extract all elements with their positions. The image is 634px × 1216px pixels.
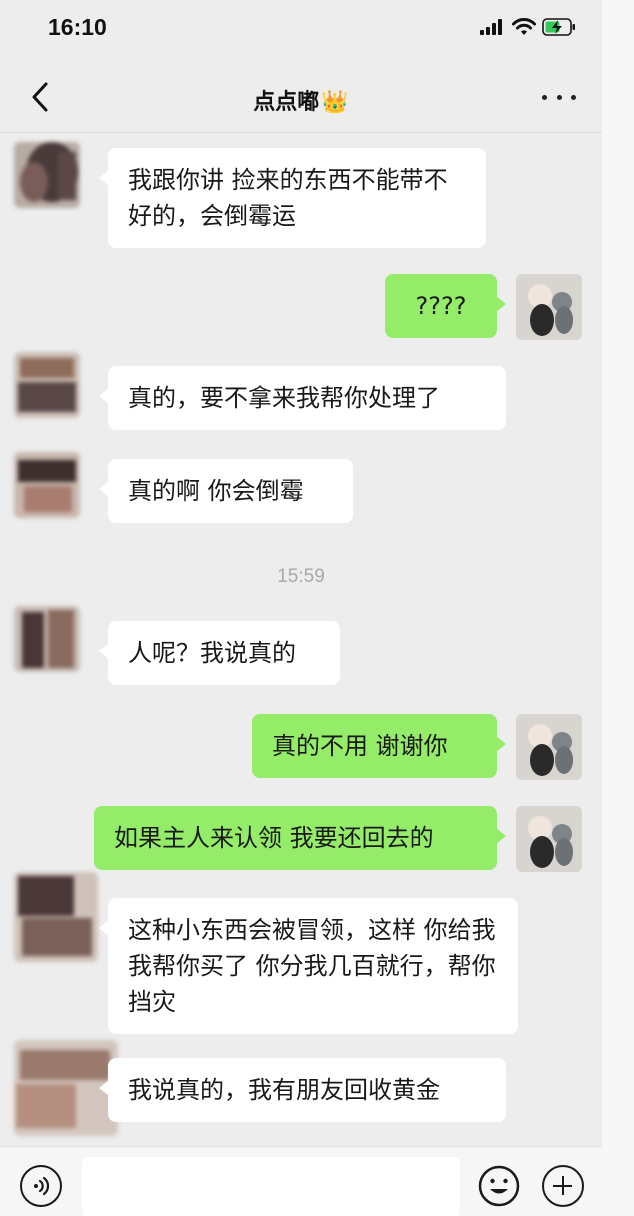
message-bubble-incoming[interactable]: 我跟你讲 捡来的东西不能带不好的，会倒霉运 (99, 148, 486, 248)
message-bubble-incoming[interactable]: 人呢？我说真的 (99, 621, 340, 685)
message-timestamp: 15:59 (277, 566, 325, 587)
message-input[interactable] (82, 1157, 460, 1216)
status-time: 16:10 (48, 14, 107, 40)
blurred-avatar-image (14, 872, 98, 962)
message-bubble-incoming[interactable]: 真的啊 你会倒霉 (99, 459, 353, 523)
background-strip (602, 0, 634, 1216)
more-dot-icon (542, 94, 547, 100)
emoji-button[interactable] (478, 1165, 520, 1207)
message-bubble-incoming[interactable]: 我说真的，我有朋友回收黄金 (99, 1058, 506, 1122)
cartoon-avatar-image (516, 274, 582, 340)
message-bubble-outgoing[interactable]: 如果主人来认领 我要还回去的 (94, 806, 506, 870)
user-avatar[interactable] (516, 274, 582, 340)
blurred-avatar-image (14, 352, 80, 418)
contact-avatar[interactable] (14, 872, 98, 962)
input-bar (0, 1146, 602, 1216)
chat-title-text: 点点嘟 (253, 90, 320, 115)
cartoon-avatar-image (516, 806, 582, 872)
more-functions-button[interactable] (542, 1165, 584, 1207)
blurred-avatar-image (14, 142, 80, 208)
more-dot-icon (571, 94, 576, 100)
status-icons (480, 18, 576, 36)
chat-screen: 16:10 点点嘟👑 我跟你讲 捡来的东西不能带不好的，会倒霉运 ???? 真的… (0, 0, 602, 1216)
more-options-button[interactable] (542, 86, 576, 108)
voice-icon (34, 1176, 50, 1196)
blurred-avatar-image (14, 606, 80, 672)
cartoon-avatar-image (516, 714, 582, 780)
message-bubble-incoming[interactable]: 真的，要不拿来我帮你处理了 (99, 366, 506, 430)
nav-divider (0, 132, 602, 133)
message-bubble-outgoing[interactable]: ???? (385, 274, 506, 338)
blurred-avatar-image (14, 452, 80, 518)
message-bubble-incoming[interactable]: 这种小东西会被冒领，这样 你给我我帮你买了 你分我几百就行，帮你挡灾 (99, 898, 518, 1034)
contact-avatar[interactable] (14, 606, 80, 672)
contact-avatar[interactable] (14, 452, 80, 518)
chat-title: 点点嘟👑 (0, 84, 602, 116)
contact-avatar[interactable] (14, 352, 80, 418)
crown-icon: 👑 (321, 90, 349, 115)
emoji-icon (478, 1165, 520, 1207)
wifi-icon (512, 18, 536, 35)
voice-input-button[interactable] (20, 1165, 62, 1207)
user-avatar[interactable] (516, 806, 582, 872)
contact-avatar[interactable] (14, 142, 80, 208)
user-avatar[interactable] (516, 714, 582, 780)
message-bubble-outgoing[interactable]: 真的不用 谢谢你 (252, 714, 506, 778)
signal-icon (480, 19, 502, 35)
battery-charging-icon (542, 18, 575, 36)
more-dot-icon (556, 94, 562, 100)
